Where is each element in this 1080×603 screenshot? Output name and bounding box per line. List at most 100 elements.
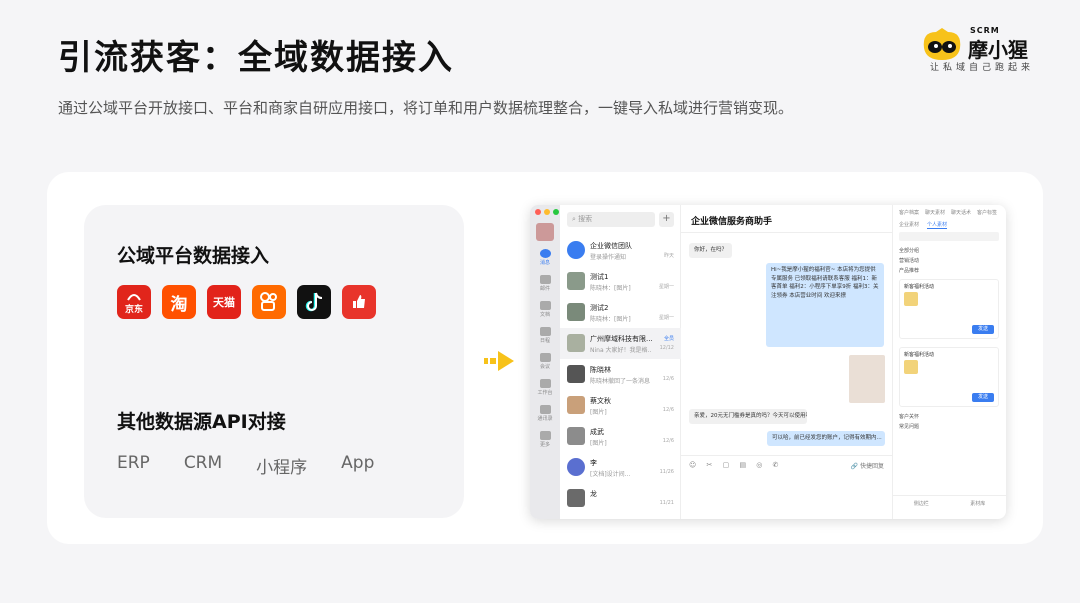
nav-more[interactable]: 更多 (530, 431, 560, 448)
user-avatar[interactable] (536, 223, 554, 241)
card-title: 新客福利活动 (904, 352, 935, 358)
tab-chat-scripts[interactable]: 聊天话术 (951, 209, 971, 216)
nav-docs[interactable]: 文档 (530, 301, 560, 318)
chat-message: Hi~我是摩小猩的福利官~ 本店将为您提供专属服务 已领取福利请联系客服 福利1… (766, 263, 884, 347)
chat-message: 你好，在吗？ (689, 243, 733, 258)
other-sources-heading: 其他数据源API对接 (117, 411, 286, 433)
nav-label: 工作台 (537, 390, 553, 396)
list-item[interactable]: 李 [文档]设计间... 11/26 (560, 452, 681, 483)
thumb-app-icon (342, 285, 376, 319)
conv-preview: [图片] (590, 409, 607, 416)
group-item[interactable]: 产品推荐 (899, 267, 919, 274)
list-item[interactable]: 龙 11/21 (560, 483, 681, 514)
conv-preview: [文档]设计间... (590, 471, 631, 478)
minimize-window-button[interactable] (544, 209, 550, 215)
group-item[interactable]: 营销活动 (899, 257, 919, 264)
card-thumbnail (904, 292, 918, 306)
nav-workbench[interactable]: 工作台 (530, 379, 560, 396)
douyin-icon (297, 285, 331, 319)
chat-panel: 企业微信服务商助手 你好，在吗？ Hi~我是摩小猩的福利官~ 本店将为您提供专属… (681, 205, 892, 519)
conv-preview: 陈晓林：[图片] (590, 285, 631, 292)
doc-icon (539, 301, 551, 310)
footer-tab-library[interactable]: 素材库 (970, 500, 985, 507)
mascot-icon (923, 28, 961, 60)
contacts-icon (539, 405, 551, 414)
conv-name: 测试2 (590, 304, 609, 312)
kuaishou-icon (252, 285, 286, 319)
wecom-team-avatar (567, 241, 585, 259)
tmall-label: 天猫 (213, 296, 235, 309)
nav-mail[interactable]: 邮件 (530, 275, 560, 292)
taobao-icon: 淘 (162, 285, 196, 319)
nav-label: 会议 (539, 364, 550, 370)
nav-meeting[interactable]: 会议 (530, 353, 560, 370)
send-button[interactable]: 发送 (972, 325, 994, 334)
platform-icons: 京东 淘 天猫 (117, 285, 376, 319)
nav-contacts[interactable]: 通讯录 (530, 405, 560, 422)
calendar-icon (539, 327, 551, 336)
list-item[interactable]: 蔡文秋 [图片] 12/6 (560, 390, 681, 421)
nav-messages[interactable]: 消息 (530, 249, 560, 266)
conv-preview: 陈晓林：[图片] (590, 316, 631, 323)
search-input[interactable]: ⌕ 搜索 (567, 212, 655, 227)
list-item[interactable]: 广州摩域科技有限... Nina 大家好！我是格... 全员 12/12 (560, 328, 681, 359)
avatar (567, 489, 585, 507)
avatar (567, 458, 585, 476)
conv-name: 企业微信团队 (590, 242, 632, 250)
list-item[interactable]: 企业微信团队 登录操作通知 昨天 (560, 235, 681, 266)
conv-time: 星期一 (658, 315, 674, 321)
public-platform-heading: 公域平台数据接入 (117, 245, 270, 267)
close-window-button[interactable] (535, 209, 541, 215)
tab-customer-tags[interactable]: 客户标签 (977, 209, 997, 216)
send-button[interactable]: 发送 (972, 393, 994, 402)
chat-tools[interactable]: ☺ ✂ ▢ ▤ ◎ ✆ (689, 461, 783, 469)
conv-preview: 陈晓林撤回了一条消息 (590, 378, 651, 385)
group-item[interactable]: 全部分组 (899, 247, 919, 254)
avatar (567, 365, 585, 383)
material-search-input[interactable] (899, 232, 999, 241)
app-sidebar: 消息 邮件 文档 日程 会议 工作台 通讯录 更多 (530, 205, 560, 519)
divider (681, 232, 892, 233)
list-item[interactable]: 成武 [图片] 12/6 (560, 421, 681, 452)
card-thumbnail (904, 360, 918, 374)
brand-logo: SCRM 摩小猩 让私域自己跑起来 (922, 26, 1052, 73)
page-title: 引流获客：全域数据接入 (58, 38, 454, 78)
jd-icon: 京东 (117, 285, 151, 319)
tab-customer-profile[interactable]: 客户档案 (899, 209, 919, 216)
list-item[interactable]: 测试1 陈晓林：[图片] 星期一 (560, 266, 681, 297)
conv-preview: 登录操作通知 (590, 254, 627, 261)
tab-personal-materials[interactable]: 个人素材 (927, 221, 948, 229)
data-source-panel: 公域平台数据接入 京东 淘 天猫 其他数据源API对接 ERP CRM 小程序 … (84, 205, 464, 518)
conv-time: 12/12 (659, 345, 674, 351)
sidebar-footer: 侧边栏 素材库 (893, 495, 1006, 507)
add-button[interactable]: + (659, 212, 674, 227)
nav-calendar[interactable]: 日程 (530, 327, 560, 344)
conv-preview: [图片] (590, 440, 607, 447)
window-controls (535, 209, 559, 215)
conv-name: 陈晓林 (590, 366, 611, 374)
conv-time: 昨天 (663, 253, 674, 259)
list-item[interactable]: 测试2 陈晓林：[图片] 星期一 (560, 297, 681, 328)
conv-preview: Nina 大家好！我是格... (590, 347, 652, 354)
more-icon (539, 431, 551, 440)
group-item[interactable]: 客户关怀 (899, 413, 919, 420)
conv-time: 12/6 (662, 438, 674, 444)
conv-time: 11/21 (659, 500, 674, 506)
tmall-icon: 天猫 (207, 285, 241, 319)
group-item[interactable]: 常见问题 (899, 423, 919, 430)
tab-chat-materials[interactable]: 聊天素材 (925, 209, 945, 216)
avatar (567, 427, 585, 445)
tab-enterprise-materials[interactable]: 企业素材 (899, 221, 919, 229)
list-item[interactable]: 陈晓林 陈晓林撤回了一条消息 12/6 (560, 359, 681, 390)
nav-label: 日程 (539, 338, 550, 344)
maximize-window-button[interactable] (553, 209, 559, 215)
conv-time: 12/6 (662, 376, 674, 382)
quick-reply-button[interactable]: 🔗 快捷回复 (851, 461, 884, 470)
conversation-list: ⌕ 搜索 + 企业微信团队 登录操作通知 昨天 测试1 陈晓林：[图片] 星期一… (560, 205, 681, 519)
conv-name: 成武 (590, 428, 604, 436)
nav-label: 消息 (539, 260, 550, 266)
tool-tabs: 客户档案 聊天素材 聊天话术 客户标签 (899, 209, 997, 216)
conv-name: 广州摩域科技有限... (590, 335, 653, 343)
meeting-icon (539, 353, 551, 362)
footer-tab-sidebar[interactable]: 侧边栏 (914, 500, 929, 507)
